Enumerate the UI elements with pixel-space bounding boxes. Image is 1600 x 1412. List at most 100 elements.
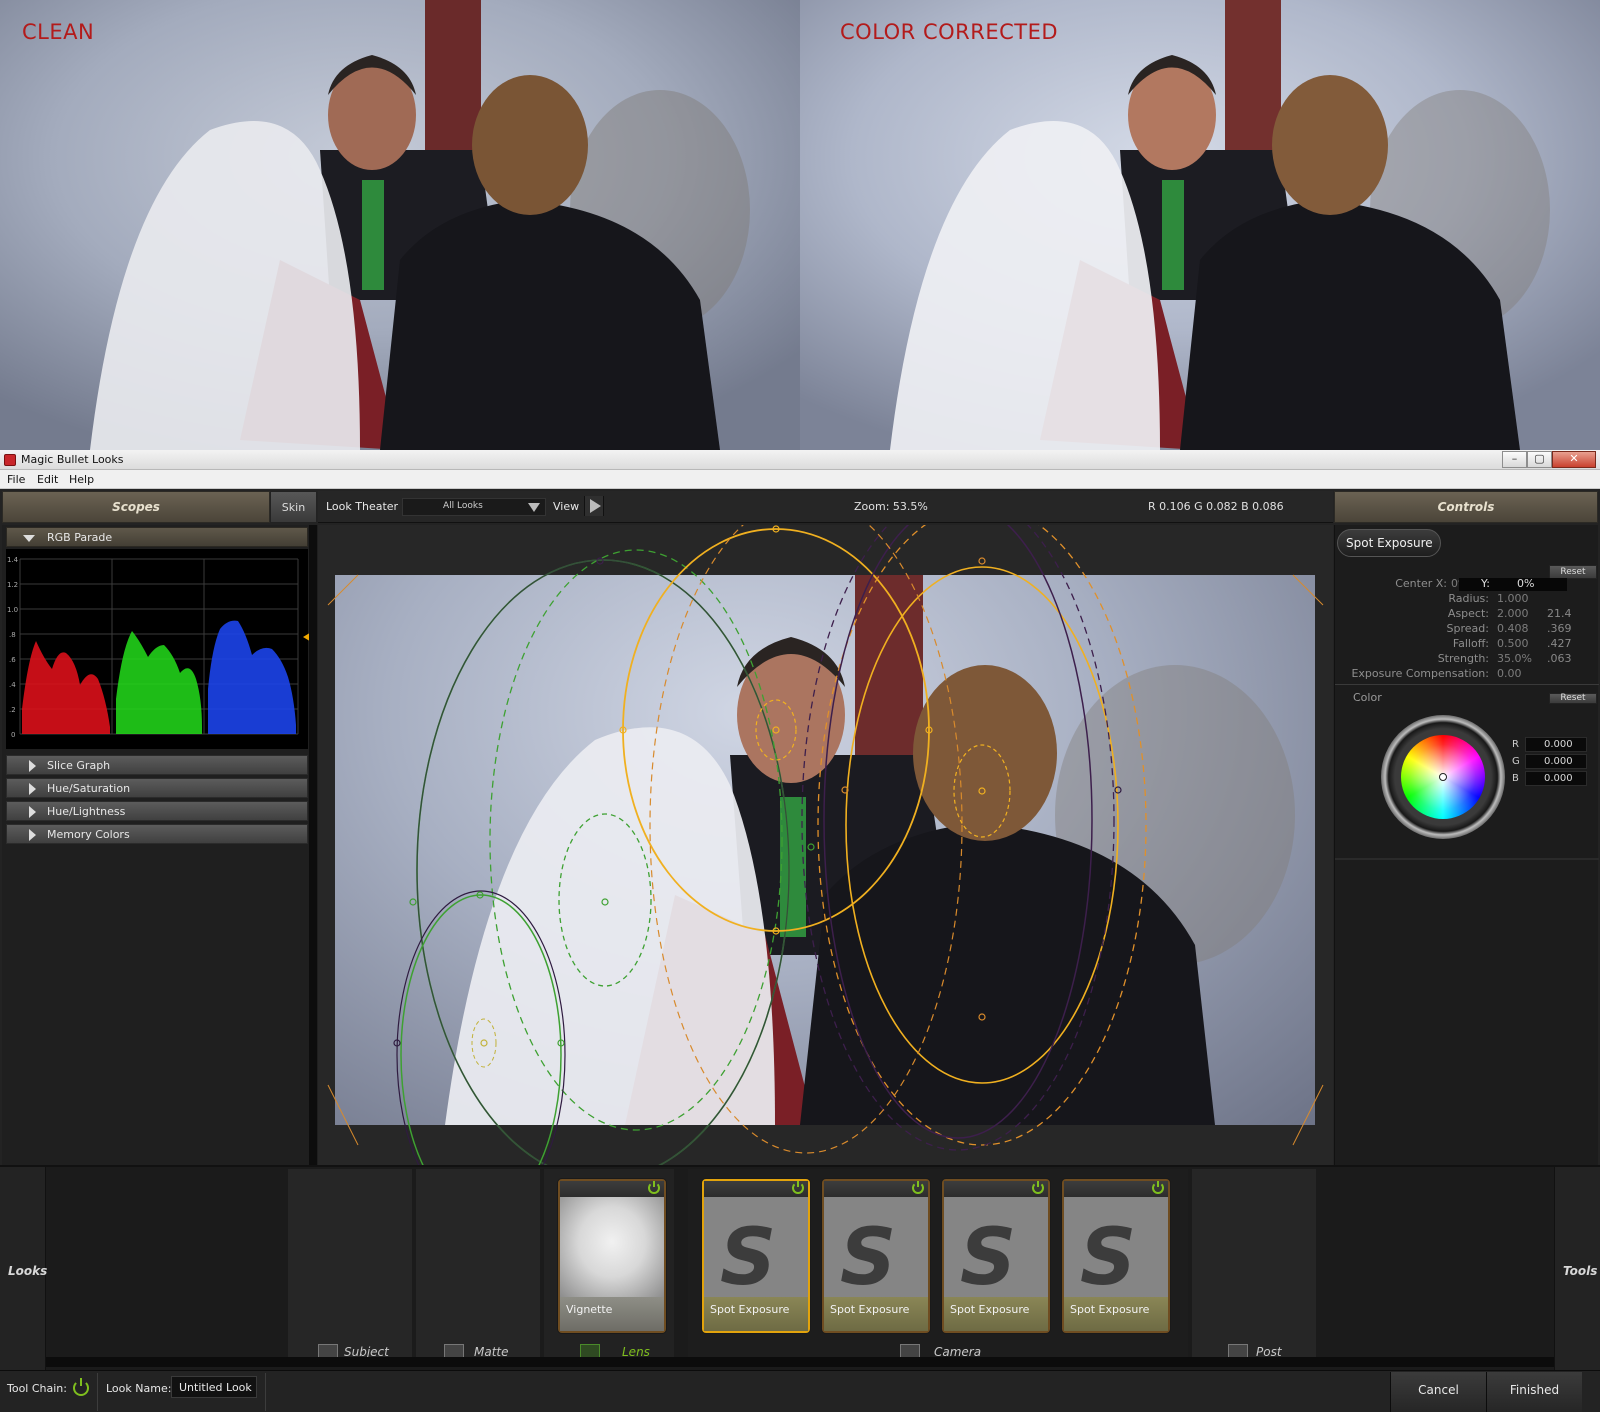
look-theater-viewer[interactable]	[318, 525, 1333, 1165]
menu-file[interactable]: File	[7, 473, 25, 486]
tool-tile-spot-exposure-1[interactable]: S Spot Exposure	[702, 1179, 810, 1333]
parade-tick: 0	[11, 731, 15, 739]
maximize-button[interactable]: ▢	[1527, 451, 1552, 468]
spot-exposure-glyph: S	[960, 1213, 1017, 1297]
center-y-label: Y:	[1481, 577, 1490, 590]
param-value: 0.500	[1497, 637, 1529, 650]
cancel-button[interactable]: Cancel	[1390, 1372, 1486, 1412]
blue-field[interactable]: B 0.000	[1512, 771, 1587, 786]
tool-chain-scrollbar[interactable]	[46, 1357, 1554, 1367]
power-icon[interactable]	[648, 1181, 660, 1194]
category-subject[interactable]: Subject	[288, 1169, 412, 1359]
param-label: Strength:	[1437, 652, 1489, 665]
param-label: Radius:	[1448, 592, 1489, 605]
category-lens[interactable]: Vignette Lens	[544, 1169, 674, 1359]
param-exposure-compensation[interactable]: Exposure Compensation: 0.00	[1335, 667, 1597, 682]
status-bar: Tool Chain: Look Name: Untitled Look Can…	[0, 1370, 1600, 1412]
param-strength[interactable]: Strength: 35.0% .063	[1335, 652, 1597, 667]
clean-label: CLEAN	[22, 20, 95, 44]
tool-tile-spot-exposure-4[interactable]: S Spot Exposure	[1062, 1179, 1170, 1333]
param-label: Spread:	[1446, 622, 1489, 635]
play-button[interactable]	[584, 496, 604, 516]
category-post[interactable]: Post	[1192, 1169, 1316, 1359]
param-aspect[interactable]: Aspect: 2.000 21.4	[1335, 607, 1597, 622]
color-wheel-ring[interactable]	[1381, 715, 1505, 839]
category-camera[interactable]: S Spot Exposure S Spot Exposure S Spot E…	[688, 1169, 1188, 1359]
center-x-label: Center X:	[1395, 577, 1447, 590]
spot-overlay-layer[interactable]	[318, 525, 1333, 1165]
green-channel-label: G	[1512, 756, 1520, 767]
red-field[interactable]: R 0.000	[1512, 737, 1587, 752]
look-name-value: Untitled Look	[179, 1381, 252, 1394]
color-corrected-photo	[800, 0, 1600, 450]
title-bar[interactable]: Magic Bullet Looks – ▢ ✕	[0, 450, 1600, 470]
hue-lightness-section[interactable]: Hue/Lightness	[6, 801, 308, 821]
close-button[interactable]: ✕	[1552, 451, 1596, 468]
color-wheel-puck[interactable]	[1439, 773, 1447, 781]
tool-chain-label: Tool Chain:	[7, 1382, 67, 1395]
menu-help[interactable]: Help	[69, 473, 94, 486]
controls-header: Controls	[1334, 491, 1598, 523]
before-after-comparison: CLEAN COLOR CORRECTED	[0, 0, 1600, 450]
tool-tile-spot-exposure-2[interactable]: S Spot Exposure	[822, 1179, 930, 1333]
divider	[97, 1373, 98, 1411]
root: CLEAN COLOR CORRECTED Magic Bullet Looks…	[0, 0, 1600, 1412]
param-secondary-value: .369	[1547, 622, 1572, 635]
skin-button[interactable]: Skin	[270, 491, 317, 523]
tool-chain-power-icon[interactable]	[73, 1378, 89, 1396]
controls-header-label: Controls	[1437, 500, 1495, 514]
looks-filter-dropdown[interactable]: All Looks	[402, 498, 546, 516]
rgb-parade-scope: 1.4 1.2 1.0 .8 .6 .4 .2 0	[6, 549, 313, 749]
tool-tile-vignette[interactable]: Vignette	[558, 1179, 666, 1333]
param-radius[interactable]: Radius: 1.000	[1335, 592, 1597, 607]
rgb-parade-title: RGB Parade	[47, 531, 113, 544]
blue-value: 0.000	[1544, 773, 1573, 784]
tile-header	[704, 1181, 808, 1197]
view-button[interactable]: View	[553, 500, 579, 513]
rgb-parade-header[interactable]: RGB Parade	[6, 527, 308, 547]
tile-thumbnail: S	[1064, 1197, 1168, 1297]
post-icon	[1228, 1344, 1248, 1358]
param-label: Exposure Compensation:	[1351, 667, 1489, 680]
color-reset-button[interactable]: Reset	[1549, 693, 1597, 704]
tool-title-pill: Spot Exposure	[1337, 529, 1441, 557]
tile-header	[824, 1181, 928, 1197]
center-y-value: 0%	[1517, 577, 1535, 590]
hue-saturation-section[interactable]: Hue/Saturation	[6, 778, 308, 798]
minimize-button[interactable]: –	[1502, 451, 1527, 468]
tools-drawer-tab[interactable]: Tools	[1554, 1167, 1600, 1372]
power-icon[interactable]	[792, 1181, 804, 1194]
center-y-field[interactable]: Y: 0%	[1459, 577, 1567, 591]
power-icon[interactable]	[1032, 1181, 1044, 1194]
section-divider	[1335, 684, 1599, 685]
app-icon	[4, 454, 16, 466]
tile-label: Spot Exposure	[1070, 1303, 1150, 1316]
slice-graph-section[interactable]: Slice Graph	[6, 755, 308, 775]
expand-arrow-icon	[23, 535, 35, 542]
menu-edit[interactable]: Edit	[37, 473, 58, 486]
green-value: 0.000	[1544, 756, 1573, 767]
look-name-input[interactable]: Untitled Look	[171, 1376, 257, 1398]
finished-button[interactable]: Finished	[1486, 1372, 1582, 1412]
param-spread[interactable]: Spread: 0.408 .369	[1335, 622, 1597, 637]
clean-photo	[0, 0, 800, 450]
green-field[interactable]: G 0.000	[1512, 754, 1587, 769]
power-icon[interactable]	[1152, 1181, 1164, 1194]
red-value: 0.000	[1544, 739, 1573, 750]
scopes-header: Scopes	[2, 491, 270, 523]
power-icon[interactable]	[912, 1181, 924, 1194]
window-title: Magic Bullet Looks	[21, 453, 124, 466]
memory-colors-section[interactable]: Memory Colors	[6, 824, 308, 844]
tile-header	[944, 1181, 1048, 1197]
parade-tick: .4	[9, 681, 16, 689]
param-falloff[interactable]: Falloff: 0.500 .427	[1335, 637, 1597, 652]
subject-icon	[318, 1344, 338, 1358]
looks-drawer-tab[interactable]: Looks	[0, 1167, 48, 1372]
scopes-scrollbar[interactable]	[309, 525, 317, 1165]
tool-tile-spot-exposure-3[interactable]: S Spot Exposure	[942, 1179, 1050, 1333]
looks-label: Looks	[8, 1264, 48, 1278]
spot-exposure-glyph: S	[840, 1213, 897, 1297]
slice-graph-label: Slice Graph	[47, 759, 111, 772]
category-matte[interactable]: Matte	[416, 1169, 540, 1359]
tool-title: Spot Exposure	[1346, 536, 1433, 550]
